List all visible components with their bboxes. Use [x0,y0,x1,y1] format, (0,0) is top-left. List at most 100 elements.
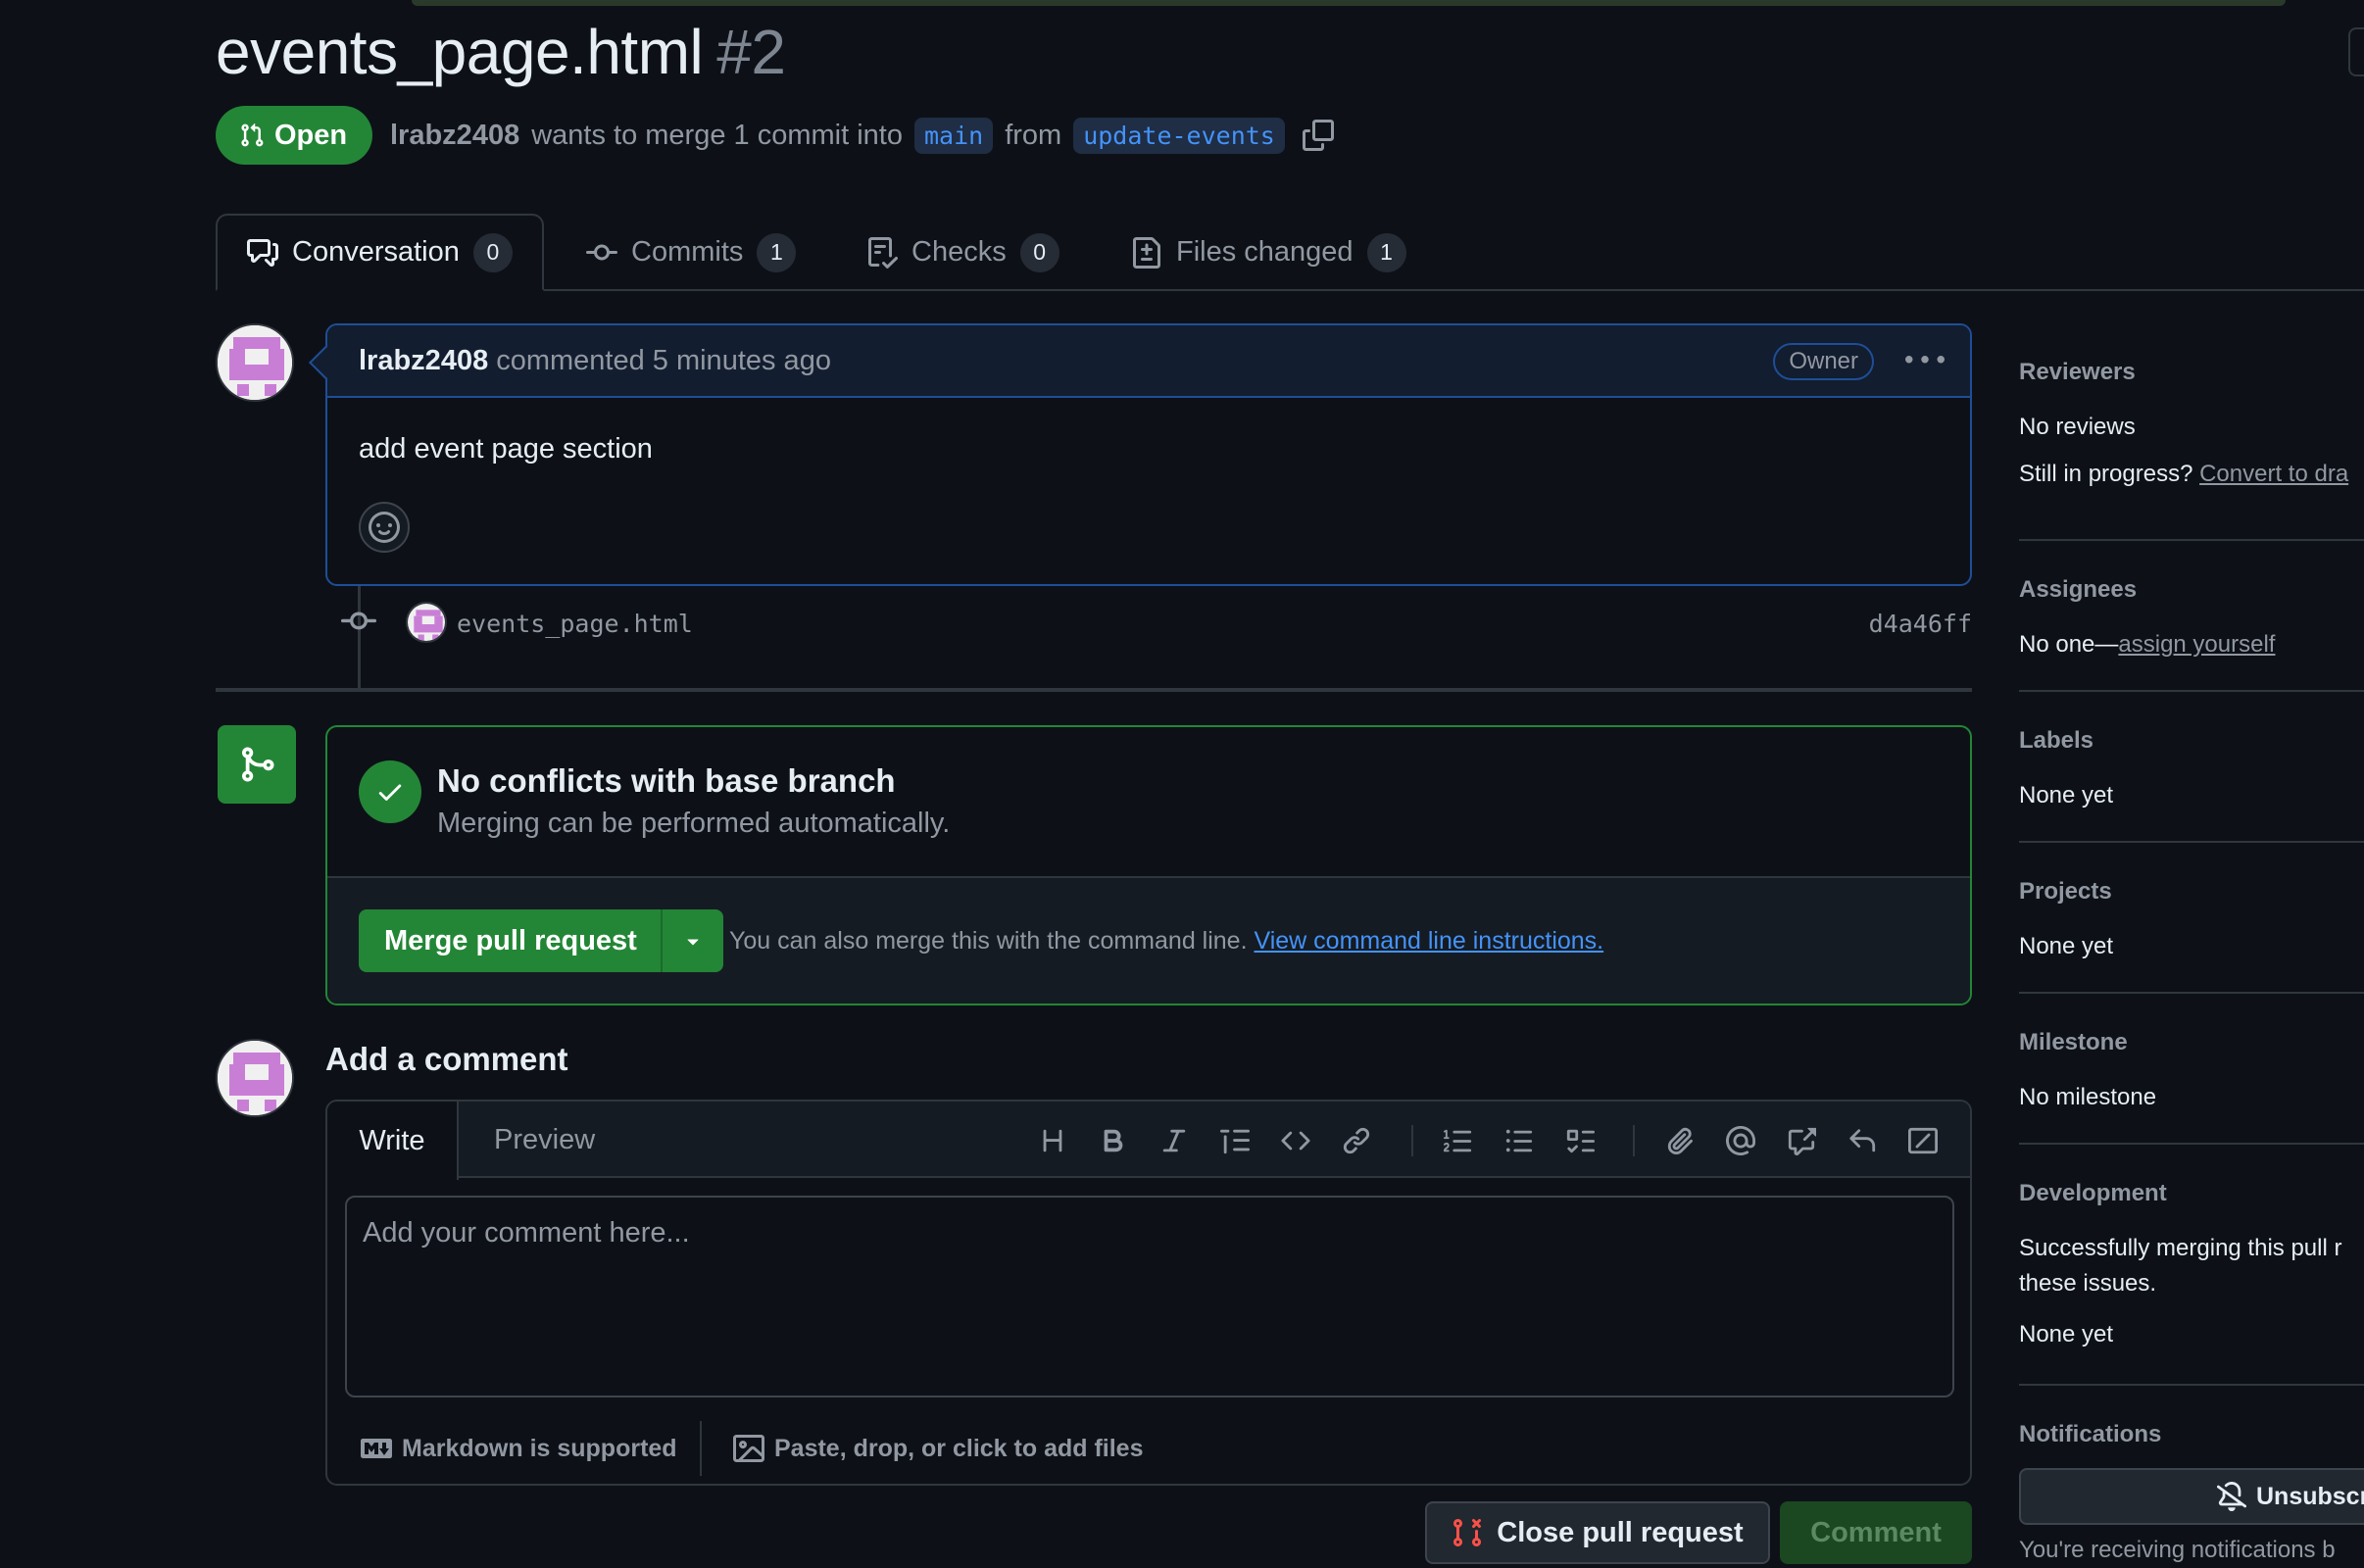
development-line-2: these issues. [2019,1270,2157,1297]
reply-icon[interactable] [1843,1121,1882,1160]
assignees-text: No one— [2019,631,2119,658]
link-icon[interactable] [1337,1121,1376,1160]
footer-divider [700,1421,702,1476]
merge-method-dropdown[interactable] [662,909,723,972]
italic-icon[interactable] [1155,1121,1194,1160]
merge-pull-request-button[interactable]: Merge pull request [359,909,663,972]
tab-checks-count: 0 [1019,232,1059,272]
checklist-icon [866,236,898,269]
command-line-instructions-link[interactable]: View command line instructions. [1254,927,1603,955]
notifications-reason: You're receiving notifications b [2019,1537,2336,1563]
tab-commits[interactable]: Commits 1 [586,214,797,291]
development-heading[interactable]: Development [2019,1180,2364,1207]
merge-actions: Merge pull request You can also merge th… [327,878,1970,1004]
paperclip-icon[interactable] [1660,1121,1699,1160]
base-branch[interactable]: main [913,117,994,154]
bold-icon[interactable] [1094,1121,1133,1160]
merge-status: No conflicts with base branch Merging ca… [327,727,1970,878]
tab-conversation[interactable]: Conversation 0 [216,214,544,291]
avatar[interactable] [216,323,294,402]
git-commit-icon [341,604,376,639]
assign-yourself-link[interactable]: assign yourself [2118,631,2275,658]
tab-checks-label: Checks [911,236,1007,268]
reviewers-value: No reviews [2019,414,2136,440]
comment-header: lrabz2408 commented 5 minutes ago Owner [327,325,1970,398]
merge-hint-text: You can also merge this with the command… [729,927,1248,955]
convert-to-draft-link[interactable]: Convert to dra [2199,461,2348,487]
tab-files-changed-count: 1 [1366,232,1406,272]
status-badge: Open [216,106,373,165]
pr-author-link[interactable]: lrabz2408 [390,120,519,152]
add-files-button[interactable]: Paste, drop, or click to add files [733,1427,1144,1470]
close-pull-request-button[interactable]: Close pull request [1425,1501,1770,1564]
milestone-value: No milestone [2019,1084,2157,1110]
avatar[interactable] [406,602,447,643]
labels-value: None yet [2019,782,2114,808]
comment-timestamp[interactable]: commented 5 minutes ago [496,345,831,377]
sidebar-reviewers: Reviewers No reviews Still in progress? … [2019,359,2364,488]
tab-preview[interactable]: Preview [494,1102,595,1178]
page-title: events_page.html #2 [216,16,786,88]
editor-footer: Markdown is supported Paste, drop, or cl… [327,1411,1970,1486]
labels-heading[interactable]: Labels [2019,727,2364,755]
heading-icon[interactable] [1033,1121,1072,1160]
add-reaction-button[interactable] [359,502,410,553]
code-icon[interactable] [1276,1121,1315,1160]
comment-author-link[interactable]: lrabz2408 [359,345,488,377]
browser-top-strip [0,0,2364,8]
markdown-supported-link[interactable]: Markdown is supported [361,1427,677,1470]
comment-card: lrabz2408 commented 5 minutes ago Owner … [309,323,1972,586]
unsubscribe-button[interactable]: Unsubscr [2019,1468,2364,1525]
slash-command-icon[interactable] [1903,1121,1943,1160]
sidebar-divider [2019,539,2364,541]
draft-hint-text: Still in progress? [2019,461,2193,487]
git-pull-request-closed-icon [1452,1517,1483,1548]
tasklist-icon[interactable] [1560,1121,1600,1160]
projects-value: None yet [2019,933,2114,959]
check-icon [359,760,421,823]
sidebar-labels: Labels None yet [2019,727,2364,809]
edit-button[interactable] [2348,27,2364,76]
tab-checks[interactable]: Checks 0 [866,214,1059,291]
reviewers-heading[interactable]: Reviewers [2019,359,2364,386]
quote-icon[interactable] [1215,1121,1255,1160]
tab-write[interactable]: Write [327,1102,459,1180]
sidebar-development: Development Successfully merging this pu… [2019,1180,2364,1348]
cross-reference-icon[interactable] [1782,1121,1821,1160]
tab-files-changed[interactable]: Files changed 1 [1131,214,1406,291]
head-branch[interactable]: update-events [1073,117,1285,154]
copy-icon[interactable] [1302,120,1334,151]
avatar[interactable] [216,1039,294,1117]
comment-button[interactable]: Comment [1780,1501,1972,1564]
comment-textarea[interactable]: Add your comment here... [345,1196,1954,1397]
sidebar-projects: Projects None yet [2019,878,2364,960]
markdown-icon [361,1433,392,1464]
mention-icon[interactable] [1721,1121,1760,1160]
commit-sha-link[interactable]: d4a46ff [1869,610,1972,638]
smiley-icon [369,512,400,543]
sidebar-divider [2019,992,2364,994]
comment-body: add event page section [359,433,653,465]
tab-commits-label: Commits [631,236,744,268]
file-diff-icon [1131,236,1162,269]
kebab-horizontal-icon[interactable] [1905,341,1945,380]
milestone-heading[interactable]: Milestone [2019,1029,2364,1056]
projects-heading[interactable]: Projects [2019,878,2364,906]
sidebar-divider [2019,1384,2364,1386]
owner-badge: Owner [1773,343,1874,380]
commit-message-link[interactable]: events_page.html [457,610,693,638]
tab-conversation-count: 0 [472,232,513,272]
draft-hint: Still in progress? Convert to dra [2019,461,2364,488]
tab-conversation-label: Conversation [292,236,460,268]
assignees-value: No one—assign yourself [2019,631,2364,659]
unordered-list-icon[interactable] [1500,1121,1539,1160]
assignees-heading[interactable]: Assignees [2019,576,2364,604]
git-commit-icon [586,237,617,269]
development-line-1: Successfully merging this pull r [2019,1235,2342,1261]
bell-slash-icon [2217,1482,2246,1511]
ordered-list-icon[interactable] [1439,1121,1478,1160]
sidebar-divider [2019,690,2364,692]
toolbar-divider [1411,1125,1413,1156]
from-text: from [1005,119,1062,151]
notifications-heading: Notifications [2019,1421,2162,1447]
